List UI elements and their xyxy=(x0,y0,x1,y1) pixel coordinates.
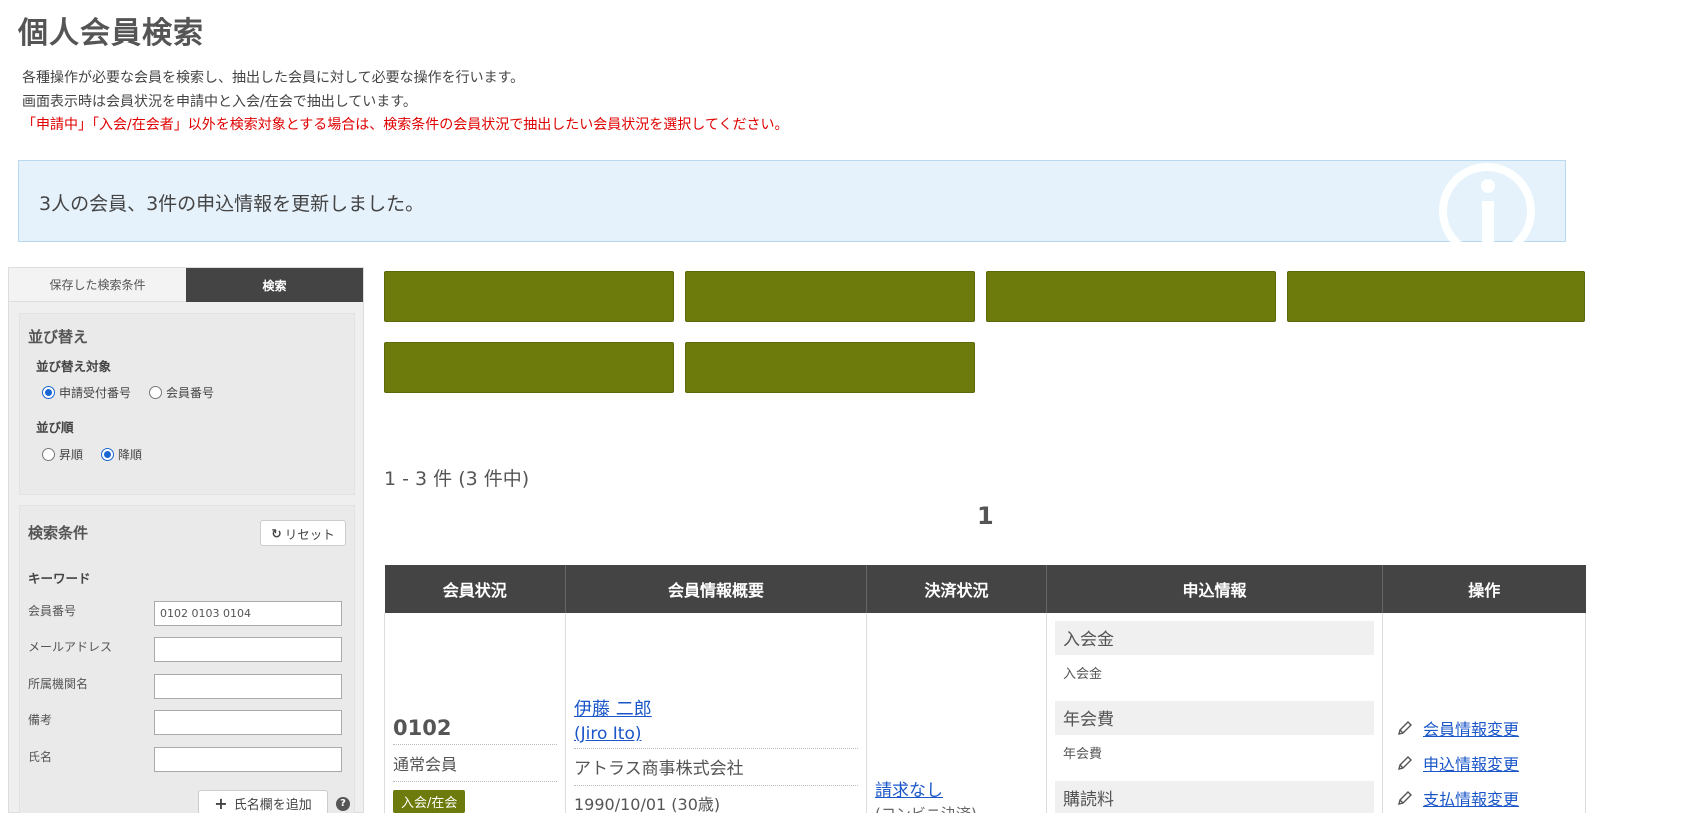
field-label: 氏名 xyxy=(28,750,53,764)
member-company: アトラス商事株式会社 xyxy=(574,754,858,786)
member-birthdate: 1990/10/01 (30歳) xyxy=(574,795,721,813)
operation-label: 申込情報変更 xyxy=(1423,754,1520,774)
radio-unchecked-icon[interactable] xyxy=(149,386,163,399)
add-name-label: 氏名欄を追加 xyxy=(233,797,312,813)
sort-target-label: 並び替え対象 xyxy=(36,359,112,374)
info-icon xyxy=(1439,163,1535,259)
action-button-1[interactable] xyxy=(384,271,674,322)
warning-text: 「申請中」「入会/在会者」以外を検索対象とする場合は、検索条件の会員状況で抽出し… xyxy=(22,117,789,133)
sort-order-label: 並び順 xyxy=(36,420,74,435)
radio-label: 昇順 xyxy=(59,448,84,462)
pencil-icon xyxy=(1398,790,1412,805)
radio-checked-icon[interactable] xyxy=(101,448,115,461)
status-badge: 入会/在会 xyxy=(393,790,466,813)
operation-label: 会員情報変更 xyxy=(1423,719,1520,739)
member-no-field-row: 会員番号 0102 0103 0104 xyxy=(28,601,348,627)
column-header-member-info: 会員情報概要 xyxy=(565,565,867,613)
page-title: 個人会員検索 xyxy=(18,16,204,51)
action-button-6[interactable] xyxy=(685,342,975,393)
radio-checked-icon[interactable] xyxy=(42,386,55,399)
action-button-4[interactable] xyxy=(1287,271,1585,322)
member-name-link[interactable]: 伊藤 二郎 xyxy=(574,696,858,724)
operation-label: 支払情報変更 xyxy=(1423,789,1520,809)
member-info-cell: 伊藤 二郎 (Jiro Ito) アトラス商事株式会社 1990/10/01 (… xyxy=(565,613,867,813)
results-table: 会員状況 会員情報概要 決済状況 申込情報 操作 0102 通常会員 入会/在会… xyxy=(384,565,1586,813)
page-description: 各種操作が必要な会員を検索し、抽出した会員に対して必要な操作を行います。 画面表… xyxy=(22,67,788,138)
remarks-field-row: 備考 xyxy=(28,710,348,736)
edit-payment-link[interactable]: 支払情報変更 xyxy=(1397,780,1585,813)
organization-field-row: 所属機関名 xyxy=(28,674,348,700)
member-no-input[interactable]: 0102 0103 0104 xyxy=(154,601,342,626)
application-item-head: 購読料 xyxy=(1055,781,1374,813)
column-header-operations: 操作 xyxy=(1382,565,1586,613)
help-icon[interactable]: ? xyxy=(336,797,350,811)
application-item-sub: 年会費 xyxy=(1063,747,1103,762)
member-type: 通常会員 xyxy=(393,751,557,782)
column-header-payment: 決済状況 xyxy=(866,565,1047,613)
result-count: 1 - 3 件 (3 件中) xyxy=(384,468,530,490)
name-field-row: 氏名 xyxy=(28,747,348,773)
table-header-row: 会員状況 会員情報概要 決済状況 申込情報 操作 xyxy=(384,565,1586,613)
keyword-label: キーワード xyxy=(28,571,91,586)
member-name-en-link[interactable]: (Jiro Ito) xyxy=(574,724,858,749)
field-label: 会員番号 xyxy=(28,604,77,618)
tab-search[interactable]: 検索 xyxy=(186,268,363,302)
sort-panel: 並び替え 並び替え対象 申請受付番号 会員番号 並び順 昇順 降順 xyxy=(19,313,355,495)
search-sidebar: 保存した検索条件 検索 並び替え 並び替え対象 申請受付番号 会員番号 並び順 … xyxy=(8,267,364,813)
pencil-icon xyxy=(1398,720,1412,735)
field-label: メールアドレス xyxy=(28,640,113,654)
reset-label: リセット xyxy=(284,526,335,542)
sort-order-options: 昇順 降順 xyxy=(42,446,142,463)
notice-banner: 3人の会員、3件の申込情報を更新しました。 xyxy=(18,160,1566,259)
edit-member-info-link[interactable]: 会員情報変更 xyxy=(1397,710,1585,745)
sidebar-tabs: 保存した検索条件 検索 xyxy=(9,268,363,302)
radio-label: 申請受付番号 xyxy=(59,386,132,400)
organization-input[interactable] xyxy=(154,674,342,699)
sort-order-radio-desc[interactable]: 降順 xyxy=(101,446,142,463)
name-input[interactable] xyxy=(154,747,342,772)
radio-label: 降順 xyxy=(118,448,143,462)
application-item-head: 年会費 xyxy=(1055,701,1374,735)
payment-status-link[interactable]: 請求なし xyxy=(875,781,943,801)
application-item-head: 入会金 xyxy=(1055,621,1374,655)
search-conditions-panel: 検索条件 ↻ リセット キーワード 会員番号 0102 0103 0104 メー… xyxy=(19,505,355,813)
conditions-title: 検索条件 xyxy=(28,524,89,542)
sort-target-options: 申請受付番号 会員番号 xyxy=(42,384,214,401)
email-input[interactable] xyxy=(154,637,342,662)
add-name-field-button[interactable]: + 氏名欄を追加 xyxy=(198,790,328,813)
radio-unchecked-icon[interactable] xyxy=(42,448,55,461)
field-label: 備考 xyxy=(28,713,53,727)
column-header-application: 申込情報 xyxy=(1046,565,1383,613)
remarks-input[interactable] xyxy=(154,710,342,735)
sort-order-radio-asc[interactable]: 昇順 xyxy=(42,446,83,463)
payment-method: (コンビニ決済) xyxy=(875,803,1038,813)
sort-title: 並び替え xyxy=(28,328,89,346)
pagination-current-page[interactable]: 1 xyxy=(977,502,994,530)
edit-application-link[interactable]: 申込情報変更 xyxy=(1397,745,1585,780)
radio-label: 会員番号 xyxy=(166,386,215,400)
member-number: 0102 xyxy=(393,716,557,745)
reset-button[interactable]: ↻ リセット xyxy=(260,520,346,546)
payment-cell: 請求なし (コンビニ決済) xyxy=(866,613,1047,813)
sort-target-radio-application-no[interactable]: 申請受付番号 xyxy=(42,384,131,401)
email-field-row: メールアドレス xyxy=(28,637,348,663)
plus-icon: + xyxy=(214,793,228,813)
reset-icon: ↻ xyxy=(271,525,282,541)
notice-text: 3人の会員、3件の申込情報を更新しました。 xyxy=(39,193,425,215)
application-cell: 入会金 入会金 年会費 年会費 購読料 xyxy=(1046,613,1383,813)
operations-cell: 会員情報変更 申込情報変更 支払情報変更 xyxy=(1382,613,1586,813)
application-item-sub: 入会金 xyxy=(1063,667,1103,682)
tab-saved-conditions[interactable]: 保存した検索条件 xyxy=(9,268,186,302)
action-button-5[interactable] xyxy=(384,342,674,393)
column-header-status: 会員状況 xyxy=(384,565,566,613)
pencil-icon xyxy=(1398,755,1412,770)
table-row: 0102 通常会員 入会/在会 伊藤 二郎 (Jiro Ito) アトラス商事株… xyxy=(384,613,1586,813)
field-label: 所属機関名 xyxy=(28,677,89,691)
description-line: 画面表示時は会員状況を申請中と入会/在会で抽出しています。 xyxy=(22,93,417,110)
sort-target-radio-member-no[interactable]: 会員番号 xyxy=(149,384,214,401)
action-button-2[interactable] xyxy=(685,271,975,322)
action-button-3[interactable] xyxy=(986,271,1276,322)
description-line: 各種操作が必要な会員を検索し、抽出した会員に対して必要な操作を行います。 xyxy=(22,70,525,86)
status-cell: 0102 通常会員 入会/在会 xyxy=(384,613,566,813)
